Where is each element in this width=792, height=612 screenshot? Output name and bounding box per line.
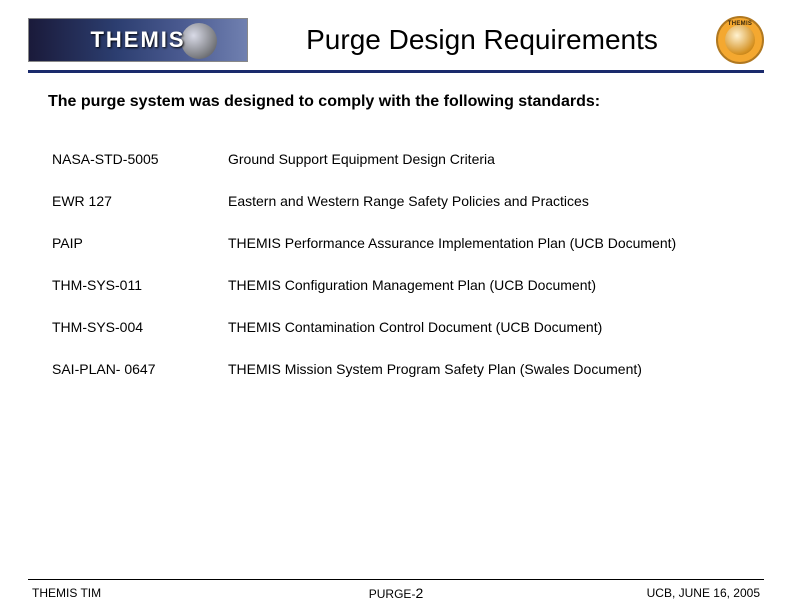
footer-left: THEMIS TIM (32, 586, 101, 600)
table-row: PAIP THEMIS Performance Assurance Implem… (48, 235, 744, 277)
standard-code: SAI-PLAN- 0647 (48, 361, 228, 403)
slide-footer: THEMIS TIM PURGE-2 UCB, JUNE 16, 2005 (28, 579, 764, 612)
table-row: EWR 127 Eastern and Western Range Safety… (48, 193, 744, 235)
table-row: THM-SYS-011 THEMIS Configuration Managem… (48, 277, 744, 319)
slide-content: The purge system was designed to comply … (28, 73, 764, 579)
standards-table: NASA-STD-5005 Ground Support Equipment D… (48, 151, 744, 403)
slide-header: THEMIS Purge Design Requirements (28, 16, 764, 73)
footer-center: PURGE-2 (369, 585, 423, 601)
footer-center-prefix: PURGE- (369, 587, 416, 601)
standard-desc: THEMIS Performance Assurance Implementat… (228, 235, 744, 277)
standard-code: THM-SYS-011 (48, 277, 228, 319)
intro-text: The purge system was designed to comply … (48, 93, 744, 111)
themis-badge-icon (716, 16, 764, 64)
page-number: 2 (415, 585, 423, 601)
table-row: NASA-STD-5005 Ground Support Equipment D… (48, 151, 744, 193)
standard-code: THM-SYS-004 (48, 319, 228, 361)
slide: THEMIS Purge Design Requirements The pur… (0, 0, 792, 612)
standard-code: PAIP (48, 235, 228, 277)
badge-inner-icon (725, 25, 755, 55)
themis-logo: THEMIS (28, 18, 248, 62)
slide-title: Purge Design Requirements (264, 24, 700, 56)
standard-desc: Eastern and Western Range Safety Policie… (228, 193, 744, 235)
table-row: SAI-PLAN- 0647 THEMIS Mission System Pro… (48, 361, 744, 403)
standard-code: EWR 127 (48, 193, 228, 235)
standard-desc: THEMIS Mission System Program Safety Pla… (228, 361, 744, 403)
standard-code: NASA-STD-5005 (48, 151, 228, 193)
standard-desc: THEMIS Contamination Control Document (U… (228, 319, 744, 361)
standard-desc: Ground Support Equipment Design Criteria (228, 151, 744, 193)
themis-logo-text: THEMIS (90, 27, 185, 53)
standard-desc: THEMIS Configuration Management Plan (UC… (228, 277, 744, 319)
table-row: THM-SYS-004 THEMIS Contamination Control… (48, 319, 744, 361)
footer-right: UCB, JUNE 16, 2005 (647, 586, 760, 600)
